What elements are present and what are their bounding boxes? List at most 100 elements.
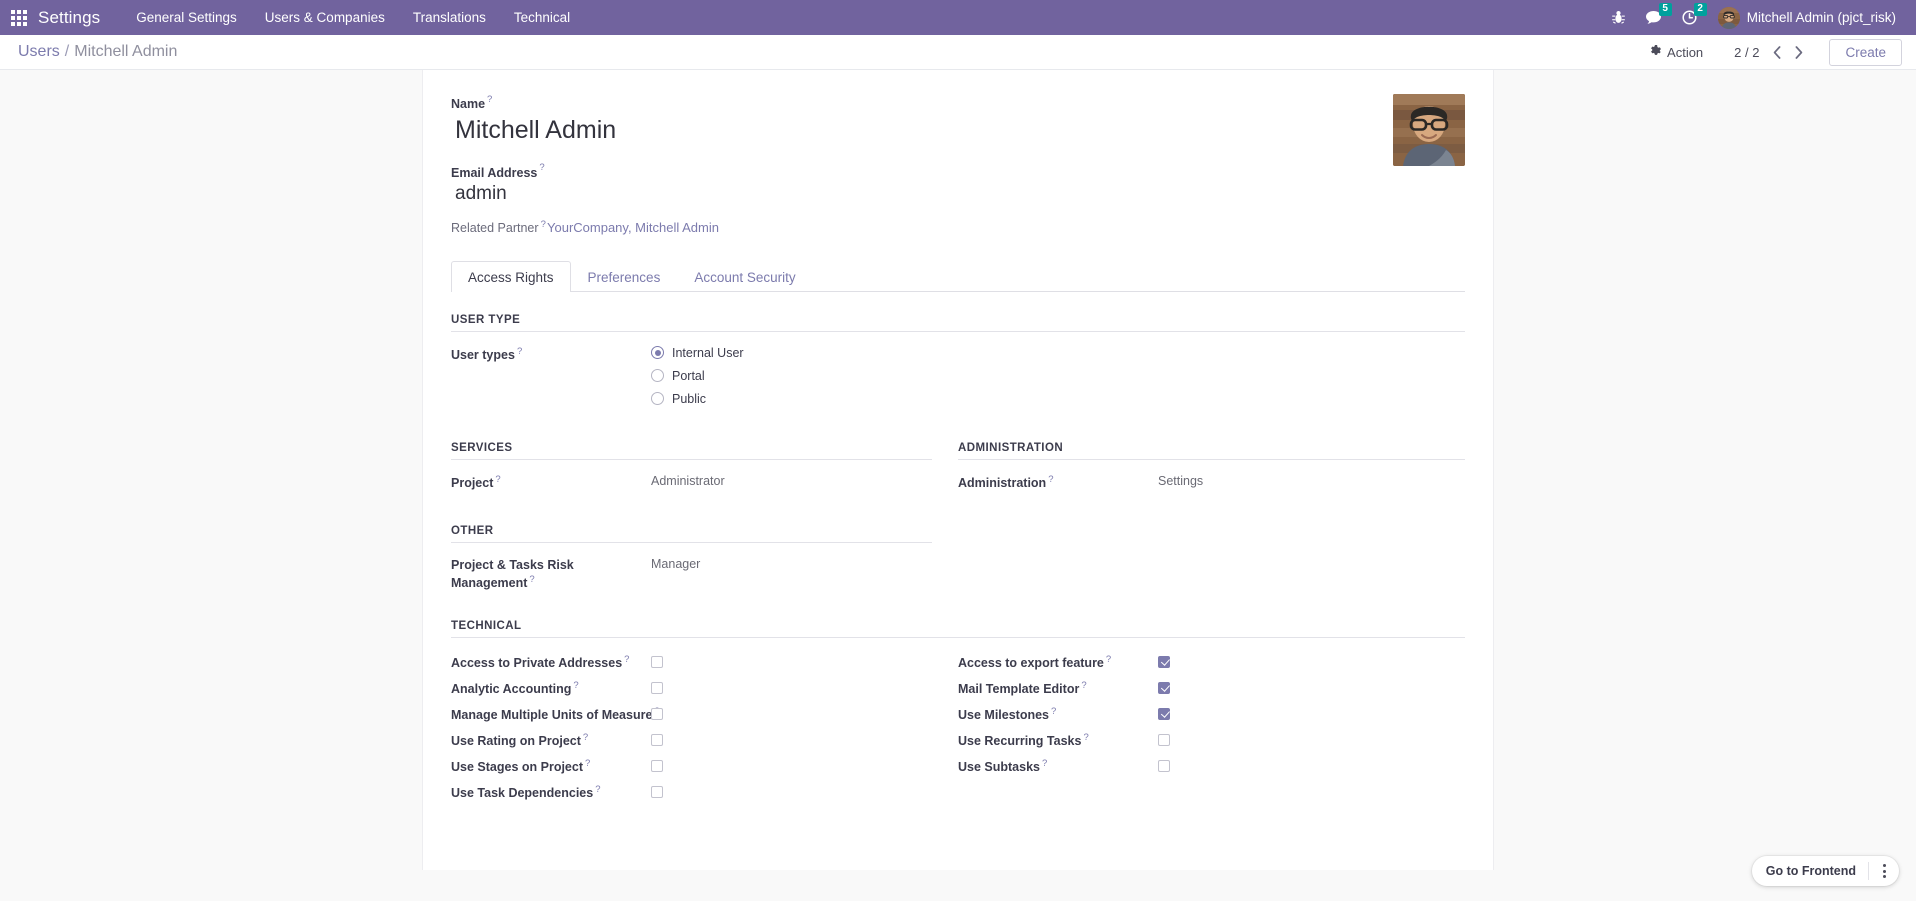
pager: 2 / 2 — [1728, 40, 1809, 64]
radio-portal[interactable]: Portal — [651, 369, 744, 383]
record-sheet: Name? Mitchell Admin Email Address? admi… — [422, 70, 1494, 870]
menu-users-companies[interactable]: Users & Companies — [251, 0, 399, 35]
radio-public[interactable]: Public — [651, 392, 744, 406]
project-field-row: Project? Administrator — [451, 473, 932, 492]
use-task-dependencies-tooltip-icon[interactable]: ? — [595, 784, 600, 795]
tab-preferences[interactable]: Preferences — [571, 261, 678, 292]
group-title-technical: TECHNICAL — [451, 620, 1465, 638]
radio-internal-user-label: Internal User — [672, 346, 744, 360]
project-value[interactable]: Administrator — [651, 473, 725, 488]
checkbox-mail-template-editor[interactable] — [1158, 682, 1170, 694]
project-tooltip-icon[interactable]: ? — [495, 474, 500, 485]
row-access-export-feature: Access to export feature? — [958, 649, 1439, 675]
label-manage-multiple-uom: Manage Multiple Units of Measure? — [451, 706, 651, 722]
pager-count: 2 / 2 — [1728, 45, 1765, 60]
user-photo[interactable] — [1393, 94, 1465, 166]
access-private-addresses-tooltip-icon[interactable]: ? — [624, 654, 629, 665]
menu-technical[interactable]: Technical — [500, 0, 584, 35]
checkbox-access-private-addresses[interactable] — [651, 656, 663, 668]
checkbox-manage-multiple-uom[interactable] — [651, 708, 663, 720]
risk-management-value[interactable]: Manager — [651, 556, 700, 571]
risk-management-label: Project & Tasks Risk Management? — [451, 556, 651, 591]
header-fields: Name? Mitchell Admin Email Address? admi… — [451, 94, 1393, 235]
related-partner-tooltip-icon[interactable]: ? — [541, 219, 546, 230]
checkbox-use-milestones[interactable] — [1158, 708, 1170, 720]
label-use-stages-on-project: Use Stages on Project? — [451, 758, 651, 774]
related-partner-value[interactable]: YourCompany, Mitchell Admin — [547, 220, 719, 235]
checkbox-use-stages-on-project[interactable] — [651, 760, 663, 772]
go-to-frontend-button[interactable]: Go to Frontend — [1752, 864, 1868, 878]
chevron-right-icon[interactable] — [1789, 40, 1809, 64]
radio-portal-label: Portal — [672, 369, 705, 383]
checkbox-use-rating-on-project[interactable] — [651, 734, 663, 746]
create-button[interactable]: Create — [1829, 39, 1902, 66]
administration-group: ADMINISTRATION Administration? Settings — [958, 442, 1465, 502]
user-types-tooltip-icon[interactable]: ? — [517, 346, 522, 357]
breadcrumb: Users / Mitchell Admin — [18, 43, 177, 61]
use-stages-on-project-tooltip-icon[interactable]: ? — [585, 758, 590, 769]
other-group-right-empty — [958, 525, 1465, 601]
administration-field-row: Administration? Settings — [958, 473, 1465, 492]
bug-icon[interactable] — [1603, 0, 1634, 35]
label-use-subtasks: Use Subtasks? — [958, 758, 1158, 774]
user-types-radio-group: Internal User Portal Public — [651, 345, 744, 406]
row-use-milestones: Use Milestones? — [958, 701, 1439, 727]
menu-general-settings[interactable]: General Settings — [122, 0, 251, 35]
label-access-private-addresses: Access to Private Addresses? — [451, 654, 651, 670]
tab-access-rights[interactable]: Access Rights — [451, 261, 571, 292]
breadcrumb-users[interactable]: Users — [18, 43, 60, 61]
services-administration-section: SERVICES Project? Administrator ADMINIST… — [451, 442, 1465, 502]
menu-translations[interactable]: Translations — [399, 0, 500, 35]
checkbox-access-export-feature[interactable] — [1158, 656, 1170, 668]
checkbox-use-subtasks[interactable] — [1158, 760, 1170, 772]
row-manage-multiple-uom: Manage Multiple Units of Measure? — [451, 701, 932, 727]
checkbox-analytic-accounting[interactable] — [651, 682, 663, 694]
tab-account-security[interactable]: Account Security — [677, 261, 812, 292]
use-milestones-tooltip-icon[interactable]: ? — [1051, 706, 1056, 717]
use-rating-on-project-tooltip-icon[interactable]: ? — [583, 732, 588, 743]
group-title-other: OTHER — [451, 525, 932, 543]
use-recurring-tasks-tooltip-icon[interactable]: ? — [1083, 732, 1088, 743]
name-tooltip-icon[interactable]: ? — [487, 94, 492, 105]
radio-internal-user-indicator[interactable] — [651, 346, 664, 359]
user-menu[interactable]: Mitchell Admin (pjct_risk) — [1708, 0, 1904, 35]
user-name-label: Mitchell Admin (pjct_risk) — [1747, 10, 1896, 25]
administration-value[interactable]: Settings — [1158, 473, 1203, 488]
row-use-recurring-tasks: Use Recurring Tasks? — [958, 727, 1439, 753]
checkbox-use-task-dependencies[interactable] — [651, 786, 663, 798]
mail-template-editor-tooltip-icon[interactable]: ? — [1081, 680, 1086, 691]
project-label: Project? — [451, 473, 651, 492]
group-title-user-type: USER TYPE — [451, 314, 1465, 332]
use-subtasks-tooltip-icon[interactable]: ? — [1042, 758, 1047, 769]
services-group: SERVICES Project? Administrator — [451, 442, 958, 502]
technical-section: TECHNICAL Access to Private Addresses? A… — [451, 620, 1465, 805]
related-partner-label: Related Partner? — [451, 219, 547, 235]
row-analytic-accounting: Analytic Accounting? — [451, 675, 932, 701]
email-value[interactable]: admin — [455, 183, 1393, 205]
email-tooltip-icon[interactable]: ? — [539, 162, 544, 173]
messages-icon[interactable]: 5 — [1636, 0, 1671, 35]
group-title-services: SERVICES — [451, 442, 932, 460]
avatar — [1718, 7, 1740, 29]
action-button[interactable]: Action — [1641, 41, 1712, 64]
action-label: Action — [1667, 45, 1703, 60]
related-partner-group: Related Partner? YourCompany, Mitchell A… — [451, 219, 1393, 235]
chevron-left-icon[interactable] — [1767, 40, 1787, 64]
radio-public-indicator[interactable] — [651, 392, 664, 405]
app-brand-settings[interactable]: Settings — [38, 8, 100, 28]
label-use-milestones: Use Milestones? — [958, 706, 1158, 722]
label-use-task-dependencies: Use Task Dependencies? — [451, 784, 651, 800]
vertical-dots-icon[interactable] — [1869, 856, 1899, 886]
risk-management-tooltip-icon[interactable]: ? — [529, 574, 534, 585]
apps-grid-icon[interactable] — [8, 7, 30, 29]
access-export-feature-tooltip-icon[interactable]: ? — [1106, 654, 1111, 665]
clock-icon[interactable]: 2 — [1673, 0, 1706, 35]
label-access-export-feature: Access to export feature? — [958, 654, 1158, 670]
name-field-group: Name? Mitchell Admin — [451, 94, 1393, 145]
radio-internal-user[interactable]: Internal User — [651, 346, 744, 360]
radio-portal-indicator[interactable] — [651, 369, 664, 382]
name-value[interactable]: Mitchell Admin — [455, 115, 1393, 145]
checkbox-use-recurring-tasks[interactable] — [1158, 734, 1170, 746]
administration-tooltip-icon[interactable]: ? — [1048, 474, 1053, 485]
analytic-accounting-tooltip-icon[interactable]: ? — [573, 680, 578, 691]
